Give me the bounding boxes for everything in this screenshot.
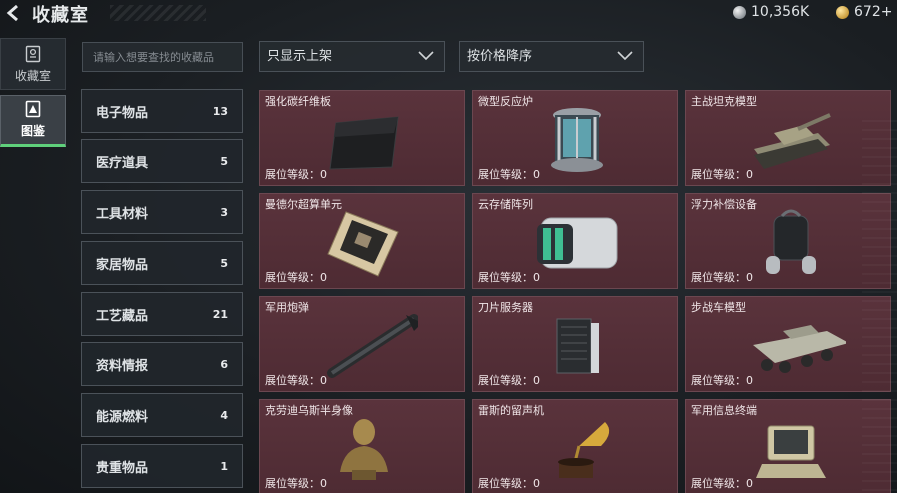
item-card[interactable]: 步战车模型 展位等级：0 — [685, 296, 891, 392]
tab-collection-room[interactable]: 收藏室 — [0, 38, 66, 90]
display-filter-value: 只显示上架 — [267, 49, 333, 64]
category-count: 5 — [220, 256, 228, 270]
category-label: 工艺藏品 — [96, 308, 149, 324]
item-card[interactable]: 克劳迪乌斯半身像 展位等级：0 — [259, 399, 465, 493]
category-medical[interactable]: 医疗道具 5 — [81, 139, 243, 183]
gold-currency[interactable]: 672+ — [836, 3, 892, 21]
gold-coin-icon — [836, 5, 849, 19]
category-label: 电子物品 — [96, 105, 149, 121]
category-label: 家居物品 — [96, 257, 149, 273]
silver-coin-icon — [733, 5, 746, 19]
artillery-shell-image — [327, 314, 418, 378]
tab-collection-room-label: 收藏室 — [14, 69, 51, 83]
item-level: 展位等级：0 — [478, 271, 540, 284]
item-level: 展位等级：0 — [478, 168, 540, 181]
item-name: 军用炮弹 — [265, 301, 309, 314]
category-count: 4 — [220, 408, 228, 422]
category-count: 5 — [220, 154, 228, 168]
item-card[interactable]: 强化碳纤维板 展位等级：0 — [259, 90, 465, 186]
gold-currency-value: 672+ — [854, 4, 893, 20]
cloud-storage-array-image — [537, 217, 618, 269]
top-bar: 收藏室 10,356K 672+ — [0, 0, 897, 26]
category-count: 6 — [220, 357, 228, 371]
page-title: 收藏室 — [32, 5, 89, 26]
collection-icon — [24, 45, 42, 63]
sort-dropdown[interactable]: 按价格降序 — [459, 41, 644, 72]
chevron-down-icon — [617, 51, 633, 61]
tab-codex-label: 图鉴 — [20, 124, 45, 138]
category-label: 贵重物品 — [96, 460, 149, 476]
item-card[interactable]: 主战坦克模型 展位等级：0 — [685, 90, 891, 186]
category-label: 工具材料 — [96, 206, 149, 222]
category-household[interactable]: 家居物品 5 — [81, 241, 243, 285]
item-level: 展位等级：0 — [691, 271, 753, 284]
item-level: 展位等级：0 — [478, 477, 540, 490]
item-level: 展位等级：0 — [265, 168, 327, 181]
gramophone-image — [558, 422, 610, 478]
ifv-model-image — [753, 325, 846, 373]
item-level: 展位等级：0 — [478, 374, 540, 387]
item-level: 展位等级：0 — [265, 477, 327, 490]
item-name: 微型反应炉 — [478, 95, 533, 108]
item-name: 刀片服务器 — [478, 301, 533, 314]
category-count: 1 — [220, 459, 228, 473]
back-arrow-icon — [6, 4, 18, 22]
title-decoration — [110, 5, 206, 21]
category-intel[interactable]: 资料情报 6 — [81, 342, 243, 386]
item-card[interactable]: 浮力补偿设备 展位等级：0 — [685, 193, 891, 289]
category-label: 资料情报 — [96, 358, 149, 374]
bust-sculpture-image — [340, 419, 388, 480]
item-card[interactable]: 雷斯的留声机 展位等级：0 — [472, 399, 678, 493]
item-card[interactable]: 刀片服务器 展位等级：0 — [472, 296, 678, 392]
category-label: 医疗道具 — [96, 155, 149, 171]
item-level: 展位等级：0 — [691, 477, 753, 490]
sort-value: 按价格降序 — [467, 49, 533, 64]
item-level: 展位等级：0 — [265, 374, 327, 387]
category-count: 3 — [220, 205, 228, 219]
tab-codex[interactable]: 图鉴 — [0, 95, 66, 147]
chevron-down-icon — [418, 51, 434, 61]
tank-model-image — [754, 113, 831, 169]
item-card[interactable]: 微型反应炉 展位等级：0 — [472, 90, 678, 186]
item-card[interactable]: 军用炮弹 展位等级：0 — [259, 296, 465, 392]
item-level: 展位等级：0 — [691, 168, 753, 181]
buoyancy-device-image — [766, 209, 816, 274]
carbon-fiber-plate-image — [329, 116, 399, 170]
silver-currency[interactable]: 10,356K — [733, 3, 809, 21]
category-count: 13 — [212, 104, 228, 118]
silver-currency-value: 10,356K — [751, 4, 810, 20]
category-tools[interactable]: 工具材料 3 — [81, 190, 243, 234]
category-energy[interactable]: 能源燃料 4 — [81, 393, 243, 437]
item-card[interactable]: 军用信息终端 展位等级：0 — [685, 399, 891, 493]
item-card[interactable]: 曼德尔超算单元 展位等级：0 — [259, 193, 465, 289]
blade-server-image — [556, 318, 599, 374]
item-level: 展位等级：0 — [691, 374, 753, 387]
micro-reactor-image — [551, 108, 603, 172]
category-crafts[interactable]: 工艺藏品 21 — [81, 292, 243, 336]
back-button[interactable] — [2, 2, 22, 24]
supercomputer-unit-image — [327, 211, 399, 277]
category-electronics[interactable]: 电子物品 13 — [81, 89, 243, 133]
search-input[interactable] — [82, 42, 243, 72]
category-label: 能源燃料 — [96, 409, 149, 425]
military-terminal-image — [756, 425, 826, 478]
background-decoration — [862, 120, 897, 493]
category-valuables[interactable]: 贵重物品 1 — [81, 444, 243, 488]
item-card[interactable]: 云存储阵列 展位等级：0 — [472, 193, 678, 289]
display-filter-dropdown[interactable]: 只显示上架 — [259, 41, 445, 72]
category-count: 21 — [212, 307, 228, 321]
codex-icon — [24, 100, 42, 118]
item-level: 展位等级：0 — [265, 271, 327, 284]
